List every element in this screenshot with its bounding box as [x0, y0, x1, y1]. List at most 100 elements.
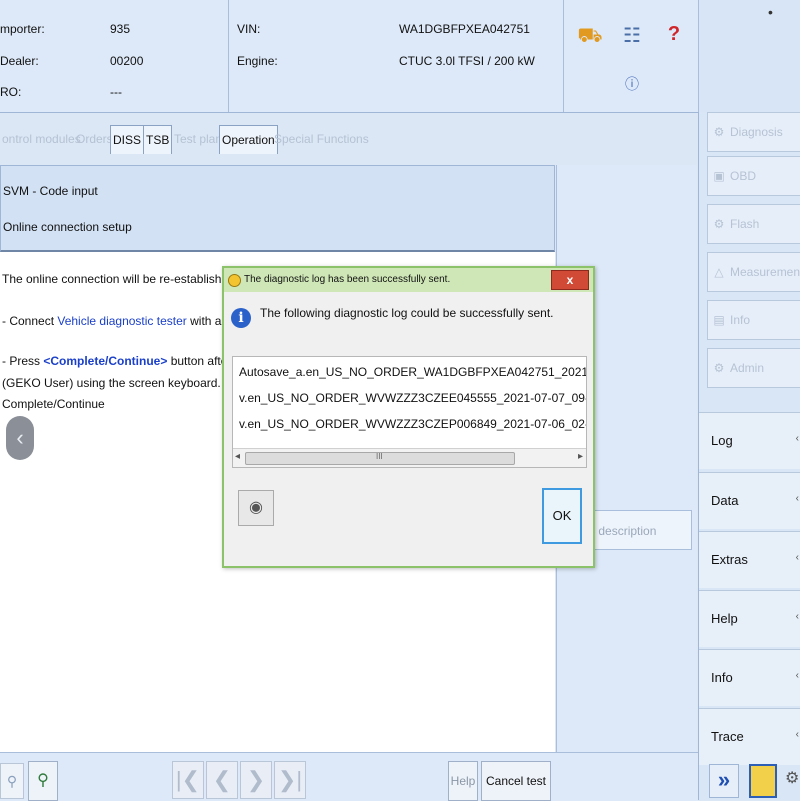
sidebar-obd-button[interactable]: ▣ OBD — [707, 156, 800, 196]
importer-label: mporter: — [0, 22, 45, 36]
diagnostic-log-dialog: The diagnostic log has been successfully… — [222, 266, 595, 568]
ok-button[interactable]: OK — [542, 488, 582, 544]
bottom-toolbar: ⚲ ⚲ |❮ ❮ ❯ ❯| Help Cancel test — [0, 752, 698, 801]
flash-icon: ⚙ — [713, 217, 725, 231]
sidebar-obd-label: OBD — [730, 169, 757, 183]
camera-screenshot-button[interactable]: ◉ — [238, 490, 274, 526]
nav-last-button[interactable]: ❯| — [274, 761, 306, 799]
sidebar-section-info[interactable]: Info ‹ — [699, 649, 800, 706]
nav-next-button[interactable]: ❯ — [240, 761, 272, 799]
back-arrow-button[interactable]: ‹ — [6, 416, 34, 460]
section-extras-arrow-icon: ‹ — [795, 552, 799, 563]
vin-panel: VIN: WA1DGBFPXEA042751 Engine: CTUC 3.0l… — [229, 0, 564, 112]
tools-panel: ⛟ ☷ ? ⓘ — [564, 0, 699, 112]
sidebar-diagnosis-button[interactable]: ⚙ Diagnosis — [707, 112, 800, 152]
section-info-label: Info — [711, 670, 733, 685]
info-icon-small[interactable]: ⓘ — [618, 72, 646, 96]
scroll-right-icon[interactable]: ▸ — [578, 451, 583, 462]
cancel-test-button[interactable]: Cancel test — [481, 761, 551, 801]
zoom-in-icon[interactable]: ⚲ — [28, 761, 58, 801]
forward-double-arrow-icon[interactable]: » — [709, 764, 739, 798]
instruction-line-2-prefix: - Connect — [2, 314, 58, 328]
section-help-arrow-icon: ‹ — [795, 611, 799, 622]
dialog-close-button[interactable]: x — [551, 270, 589, 290]
sidebar-measurement-button[interactable]: △ Measurement — [707, 252, 800, 292]
sidebar-measurement-label: Measurement — [730, 265, 800, 279]
operation-title-block: SVM - Code input Online connection setup — [0, 165, 555, 252]
help-question-icon[interactable]: ? — [660, 22, 688, 46]
measurement-icon: △ — [714, 265, 724, 279]
tab-diss[interactable]: DISS — [110, 125, 145, 154]
section-data-arrow-icon: ‹ — [795, 493, 799, 504]
list-item[interactable]: Autosave_a.en_US_NO_ORDER_WA1DGBFPXEA042… — [239, 365, 586, 379]
dialog-message: The following diagnostic log could be su… — [260, 306, 554, 320]
sidebar-section-trace[interactable]: Trace ‹ — [699, 708, 800, 765]
nav-first-button[interactable]: |❮ — [172, 761, 204, 799]
tab-control-modules[interactable]: ontrol modules — [0, 124, 83, 154]
dealer-label: Dealer: — [0, 54, 39, 68]
sidebar-info-button[interactable]: ▤ Info — [707, 300, 800, 340]
engine-value: CTUC 3.0l TFSI / 200 kW — [399, 54, 535, 68]
zoom-out-icon[interactable]: ⚲ — [0, 763, 24, 799]
instruction-line-3-prefix: - Press — [2, 354, 44, 368]
dealer-value: 00200 — [110, 54, 144, 68]
instruction-line-2: - Connect Vehicle diagnostic tester with… — [2, 314, 259, 328]
page-title: SVM - Code input — [3, 184, 98, 198]
page-subtitle: Online connection setup — [3, 220, 132, 234]
ro-label: RO: — [0, 85, 22, 99]
sidebar-section-extras[interactable]: Extras ‹ — [699, 531, 800, 588]
engine-label: Engine: — [237, 54, 278, 68]
scroll-left-icon[interactable]: ◂ — [235, 451, 240, 462]
vin-value: WA1DGBFPXEA042751 — [399, 22, 530, 36]
sidebar-section-log[interactable]: Log ‹ — [699, 412, 800, 469]
nav-prev-button[interactable]: ❮ — [206, 761, 238, 799]
main-sidebar: ⚙ Diagnosis ▣ OBD ⚙ Flash △ Measurement ▤ Inf… — [698, 112, 800, 800]
list-item[interactable]: v.en_US_NO_ORDER_WVWZZZ3CZEE045555_2021-… — [239, 391, 586, 405]
instruction-line-1: The online connection will be re-establi… — [2, 272, 239, 286]
sidebar-flash-button[interactable]: ⚙ Flash — [707, 204, 800, 244]
ro-value: --- — [110, 85, 122, 99]
help-button[interactable]: Help — [448, 761, 478, 801]
camera-icon: ◉ — [249, 499, 263, 516]
vehicle-header: mporter: 935 Dealer: 00200 RO: --- VIN: … — [0, 0, 800, 113]
list-item[interactable]: v.en_US_NO_ORDER_WVWZZZ3CZEP006849_2021-… — [239, 417, 586, 431]
scrollbar-thumb[interactable]: III — [245, 452, 515, 465]
section-info-arrow-icon: ‹ — [795, 670, 799, 681]
horizontal-scrollbar[interactable]: ◂ III ▸ — [233, 448, 586, 467]
obd-icon: ▣ — [713, 169, 725, 183]
vin-label: VIN: — [237, 22, 261, 36]
corner-mark: • — [768, 4, 773, 20]
info-doc-icon: ▤ — [713, 313, 725, 327]
tab-operation[interactable]: Operation — [219, 125, 278, 154]
information-icon: i — [231, 308, 251, 328]
section-data-label: Data — [711, 493, 739, 508]
sidebar-flash-label: Flash — [730, 217, 760, 231]
instruction-line-4: (GEKO User) using the screen keyboard. — [2, 376, 221, 390]
section-trace-label: Trace — [711, 729, 744, 744]
scroll-grip-icon: III — [376, 452, 383, 461]
grid-view-icon[interactable] — [749, 764, 777, 798]
dialog-app-icon — [228, 274, 241, 287]
car-icon[interactable]: ⛟ — [576, 24, 604, 48]
sidebar-admin-button[interactable]: ⚙ Admin — [707, 348, 800, 388]
sidebar-section-help[interactable]: Help ‹ — [699, 590, 800, 647]
section-log-arrow-icon: ‹ — [795, 433, 799, 444]
tab-tsb[interactable]: TSB — [143, 125, 173, 154]
diagnosis-icon: ⚙ — [713, 125, 725, 139]
importer-value: 935 — [110, 22, 131, 36]
sidebar-section-data[interactable]: Data ‹ — [699, 472, 800, 529]
dialog-title: The diagnostic log has been successfully… — [244, 274, 451, 285]
complete-continue-link[interactable]: <Complete/Continue> — [43, 354, 167, 368]
sidebar-info-label: Info — [730, 313, 751, 327]
network-icon[interactable]: ☷ — [618, 24, 646, 48]
vehicle-diagnostic-tester-link[interactable]: Vehicle diagnostic tester — [57, 314, 186, 328]
section-extras-label: Extras — [711, 552, 748, 567]
tab-test-plan[interactable]: Test plan — [172, 124, 224, 154]
sidebar-diagnosis-label: Diagnosis — [730, 125, 783, 139]
settings-partial-icon[interactable]: ⚙ — [785, 768, 799, 792]
tab-special-functions[interactable]: Special Functions — [272, 124, 371, 154]
tab-orders[interactable]: Orders — [74, 124, 115, 154]
section-help-label: Help — [711, 611, 738, 626]
diagnostic-log-list[interactable]: Autosave_a.en_US_NO_ORDER_WA1DGBFPXEA042… — [232, 356, 587, 468]
admin-icon: ⚙ — [713, 361, 725, 375]
